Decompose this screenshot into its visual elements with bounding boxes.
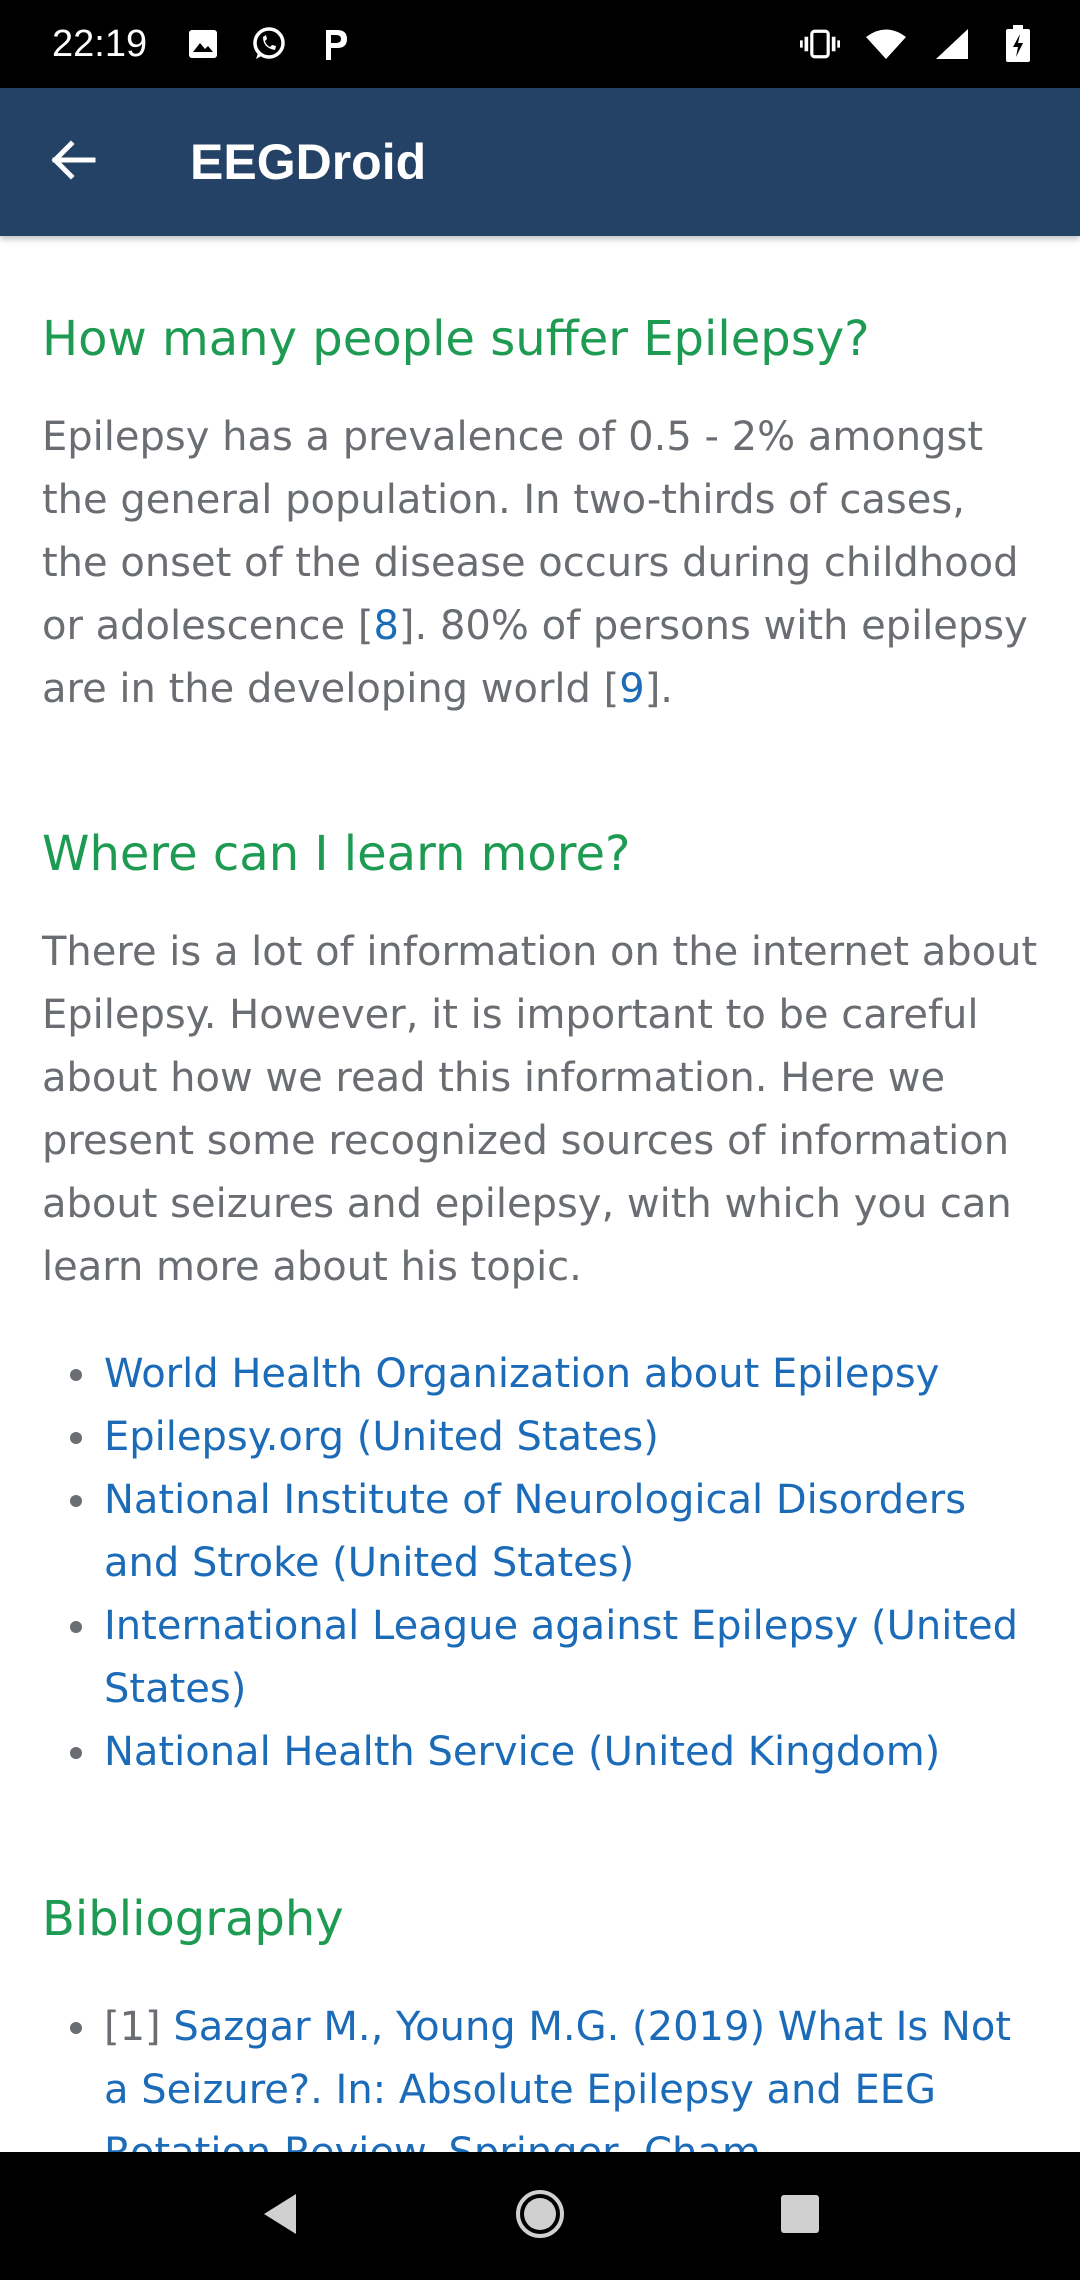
back-triangle-icon (260, 2192, 300, 2240)
recents-square-icon (779, 2193, 821, 2239)
section-title-learn-more: Where can I learn more? (42, 826, 631, 882)
link-epilepsy-org[interactable]: Epilepsy.org (United States) (104, 1414, 659, 1460)
list-item: Epilepsy.org (United States) (70, 1406, 1038, 1469)
status-bar: 22:19 (0, 0, 1080, 88)
screen: 22:19 EEGDroid How many people suffer Ep… (0, 0, 1080, 2280)
bibliography-list: [1] Sazgar M., Young M.G. (2019) What Is… (42, 1996, 1038, 2152)
signal-icon (932, 24, 972, 64)
bibliography-item: [1] Sazgar M., Young M.G. (2019) What Is… (70, 1996, 1038, 2152)
link-ilae[interactable]: International League against Epilepsy (U… (104, 1603, 1018, 1712)
app-bar: EEGDroid (0, 88, 1080, 236)
content-scroll[interactable]: How many people suffer Epilepsy? Epileps… (0, 236, 1080, 2152)
home-circle-icon (515, 2189, 565, 2243)
image-icon (183, 24, 223, 64)
list-item: International League against Epilepsy (U… (70, 1595, 1038, 1721)
status-right (800, 24, 1038, 64)
link-nhs[interactable]: National Health Service (United Kingdom) (104, 1729, 940, 1775)
arrow-back-icon (51, 140, 97, 184)
navigation-bar (0, 2152, 1080, 2280)
whatsapp-icon (249, 24, 289, 64)
nav-recents-button[interactable] (755, 2171, 845, 2261)
section-title-prevalence: How many people suffer Epilepsy? (42, 311, 870, 367)
link-who-epilepsy[interactable]: World Health Organization about Epilepsy (104, 1351, 939, 1397)
list-item: National Institute of Neurological Disor… (70, 1469, 1038, 1595)
bibliography-number: [1] (104, 2004, 174, 2050)
learn-more-paragraph: There is a lot of information on the int… (42, 929, 1038, 1290)
resource-links-list: World Health Organization about Epilepsy… (42, 1343, 1038, 1784)
back-button[interactable] (0, 88, 148, 236)
link-ninds[interactable]: National Institute of Neurological Disor… (104, 1477, 966, 1586)
clock: 22:19 (52, 22, 148, 65)
prevalence-text-3: ]. (644, 666, 674, 712)
app-title: EEGDroid (190, 134, 427, 190)
wifi-icon (866, 24, 906, 64)
vibrate-icon (800, 24, 840, 64)
bibliography-link[interactable]: Sazgar M., Young M.G. (2019) What Is Not… (104, 2004, 1011, 2152)
reference-link-8[interactable]: 8 (373, 603, 398, 649)
nav-back-button[interactable] (235, 2171, 325, 2261)
status-left: 22:19 (52, 23, 355, 66)
battery-charging-icon (998, 24, 1038, 64)
nav-home-button[interactable] (495, 2171, 585, 2261)
reference-link-9[interactable]: 9 (619, 666, 644, 712)
section-title-bibliography: Bibliography (42, 1891, 344, 1947)
p-icon (315, 24, 355, 64)
list-item: World Health Organization about Epilepsy (70, 1343, 1038, 1406)
list-item: National Health Service (United Kingdom) (70, 1721, 1038, 1784)
prevalence-paragraph: Epilepsy has a prevalence of 0.5 - 2% am… (42, 406, 1038, 721)
